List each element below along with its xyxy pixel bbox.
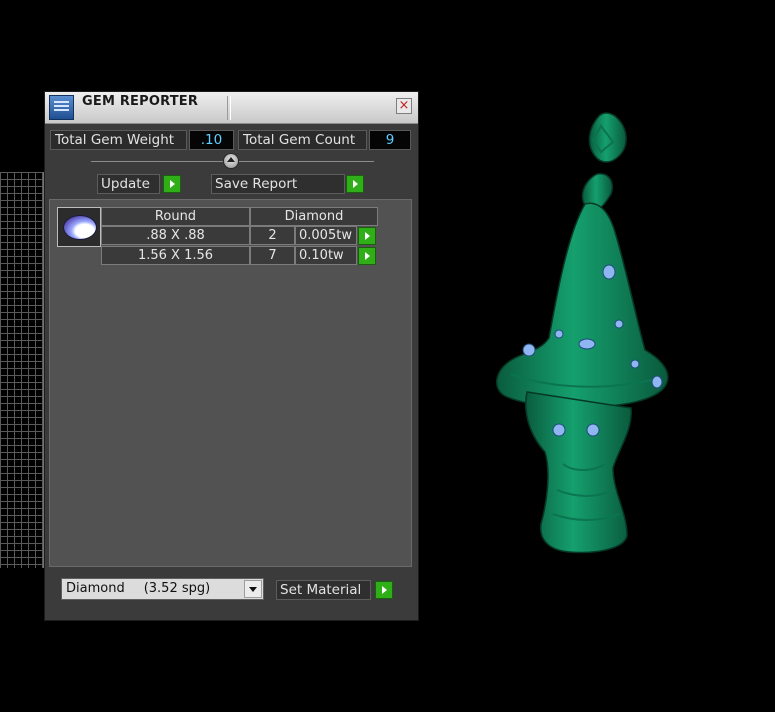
slider-knob-icon[interactable] bbox=[223, 153, 239, 169]
total-gem-count-value: 9 bbox=[369, 130, 411, 150]
row-1-play-arrow-icon[interactable] bbox=[358, 227, 376, 245]
round-gem-thumbnail[interactable] bbox=[57, 207, 101, 247]
material-density: (3.52 spg) bbox=[143, 581, 211, 596]
update-button[interactable]: Update bbox=[97, 174, 160, 194]
save-report-button[interactable]: Save Report bbox=[211, 174, 345, 194]
total-gem-count-label: Total Gem Count bbox=[238, 130, 367, 150]
total-gem-weight-value: .10 bbox=[189, 130, 234, 150]
save-report-play-arrow-icon[interactable] bbox=[346, 175, 364, 193]
window-title: GEM REPORTER bbox=[82, 94, 199, 109]
total-gem-weight-label: Total Gem Weight bbox=[50, 130, 187, 150]
update-play-arrow-icon[interactable] bbox=[163, 175, 181, 193]
material-name: Diamond bbox=[66, 581, 125, 596]
table-header-shape: Round bbox=[101, 207, 250, 226]
round-gem-icon bbox=[63, 215, 97, 240]
row-2-play-arrow-icon[interactable] bbox=[358, 247, 376, 265]
table-row-1-weight: 0.005tw bbox=[295, 226, 357, 245]
table-row-1-size: .88 X .88 bbox=[101, 226, 250, 245]
table-row-1-count: 2 bbox=[250, 226, 295, 245]
jewelry-3d-model bbox=[495, 112, 669, 554]
table-row-2-weight: 0.10tw bbox=[295, 246, 357, 265]
close-icon[interactable]: × bbox=[396, 98, 412, 114]
gem-stone-icon bbox=[614, 319, 624, 329]
dropdown-arrow-icon[interactable] bbox=[244, 580, 262, 598]
gem-stone-icon bbox=[630, 359, 640, 369]
gem-stone-icon bbox=[578, 338, 596, 350]
gem-stone-icon bbox=[552, 423, 566, 437]
face-and-stem-shape bbox=[525, 391, 632, 554]
gem-stone-icon bbox=[554, 329, 564, 339]
material-dropdown[interactable]: Diamond (3.52 spg) bbox=[61, 578, 264, 600]
set-material-play-arrow-icon[interactable] bbox=[375, 581, 393, 599]
gem-reporter-app-icon bbox=[49, 95, 74, 120]
table-row-2-size: 1.56 X 1.56 bbox=[101, 246, 250, 265]
table-row-2-count: 7 bbox=[250, 246, 295, 265]
title-bar[interactable]: GEM REPORTER × bbox=[45, 92, 418, 124]
gem-stone-icon bbox=[586, 423, 600, 437]
gem-reporter-panel: GEM REPORTER × Total Gem Weight .10 Tota… bbox=[44, 91, 419, 621]
title-separator bbox=[227, 96, 231, 120]
gem-stone-icon bbox=[651, 375, 663, 389]
viewport-grid bbox=[0, 172, 44, 568]
gem-stone-icon bbox=[602, 264, 616, 280]
set-material-button[interactable]: Set Material bbox=[276, 580, 371, 600]
table-header-material: Diamond bbox=[250, 207, 378, 226]
gem-stone-icon bbox=[522, 343, 536, 357]
